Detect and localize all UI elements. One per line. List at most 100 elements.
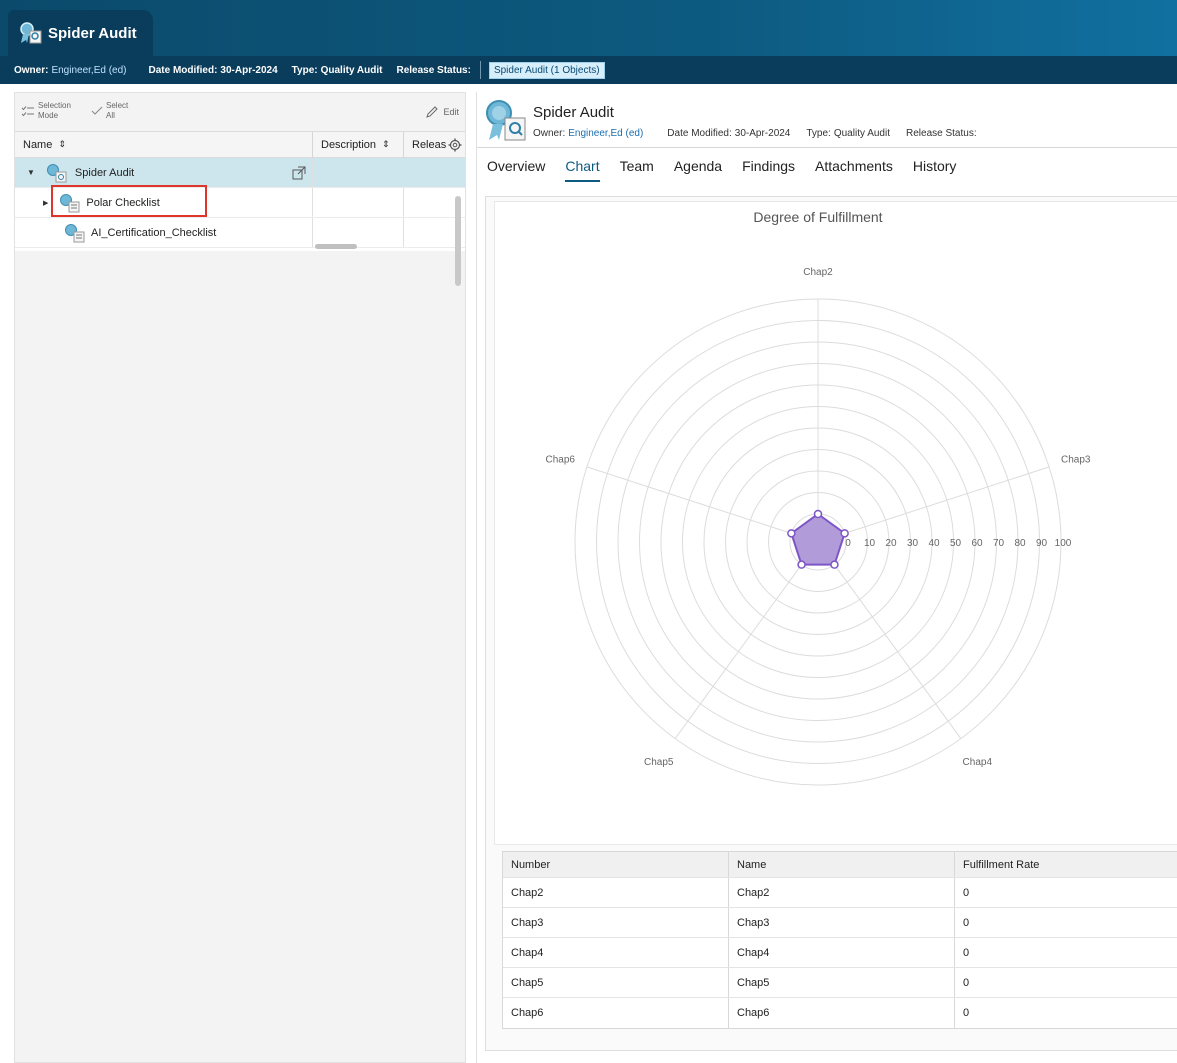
gear-icon[interactable]	[448, 138, 462, 152]
check-icon	[91, 106, 103, 115]
owner-link[interactable]: Engineer,Ed (ed)	[51, 65, 126, 76]
description-cell	[313, 218, 404, 247]
table-row[interactable]: Chap5 Chap5 0	[503, 968, 1177, 998]
select-all-button[interactable]: Select All	[91, 101, 128, 121]
tick-label: 50	[950, 538, 962, 549]
name-column-header[interactable]: Name ⇕	[15, 131, 313, 158]
cell-name: Chap2	[729, 878, 955, 907]
expand-right-icon[interactable]: ▶	[43, 199, 48, 207]
app-header: Spider Audit	[0, 0, 1177, 56]
axis-line	[674, 564, 802, 739]
chart-area: Degree of Fulfillment Chap2 Chap3 Chap4 Chap…	[494, 201, 1177, 845]
tab-team[interactable]: Team	[610, 152, 664, 184]
release-column-header[interactable]: Releas	[404, 132, 464, 158]
tick-label: 70	[993, 538, 1005, 549]
left-toolbar: Selection Mode Select All Edit	[15, 93, 465, 131]
description-column-label: Description	[321, 138, 377, 151]
cell-number: Chap4	[503, 938, 729, 967]
tab-overview[interactable]: Overview	[477, 152, 555, 184]
type-value: Quality Audit	[320, 64, 383, 76]
name-cell: ▶ Polar Checklist	[15, 185, 313, 217]
tab-history[interactable]: History	[903, 152, 967, 184]
name-column-label: Name	[23, 138, 53, 151]
data-point	[830, 560, 839, 569]
name-cell: ▼ Spider Audit	[15, 158, 313, 187]
tree-row-spider-audit[interactable]: ▼ Spider Audit	[15, 158, 465, 188]
cell-rate: 0	[963, 946, 970, 959]
type-value: Quality Audit	[833, 128, 890, 139]
tree-row-polar-checklist[interactable]: ▶ Polar Checklist	[15, 185, 465, 218]
cell-number: Chap6	[503, 998, 729, 1028]
header-info-bar: Owner: Engineer,Ed (ed) Date Modified: 3…	[0, 56, 1177, 84]
selection-mode-label-2: Mode	[38, 111, 59, 120]
grid-header: Name ⇕ Description ⇕ Releas	[15, 131, 465, 158]
tab-agenda[interactable]: Agenda	[664, 152, 732, 184]
audit-icon	[486, 100, 526, 141]
cell-name: Chap5	[729, 968, 955, 997]
date-label: Date Modified:	[667, 128, 732, 139]
edit-button[interactable]: Edit	[425, 105, 459, 119]
expand-down-icon[interactable]: ▼	[27, 168, 35, 177]
cell-name: Chap6	[729, 998, 955, 1028]
owner-label: Owner:	[14, 64, 49, 76]
tab-attachments[interactable]: Attachments	[805, 152, 903, 184]
chart-panel: Degree of Fulfillment Chap2 Chap3 Chap4 Chap…	[485, 196, 1177, 1051]
pencil-icon	[426, 106, 439, 118]
column-header-name[interactable]: Name	[729, 852, 955, 877]
cell-number: Chap2	[503, 878, 729, 907]
sort-icon: ⇕	[382, 139, 390, 149]
cell-rate: 0	[963, 1007, 970, 1019]
table-header: Number Name Fulfillment Rate	[503, 852, 1177, 878]
selection-mode-label-1: Selection	[38, 101, 71, 110]
data-point	[797, 560, 806, 569]
table-row[interactable]: Chap2 Chap2 0	[503, 878, 1177, 908]
sort-icon: ⇕	[58, 139, 66, 149]
checklist-icon	[21, 106, 34, 117]
horizontal-scrollbar[interactable]	[315, 244, 357, 249]
tab-chart[interactable]: Chart	[555, 152, 609, 184]
description-cell	[313, 188, 404, 217]
table-row[interactable]: Chap6 Chap6 0	[503, 998, 1177, 1028]
column-header-number[interactable]: Number	[503, 852, 729, 877]
radar-chart: Degree of Fulfillment Chap2 Chap3 Chap4 Chap…	[546, 209, 1091, 786]
cell-number: Chap3	[503, 908, 729, 937]
selection-mode-button[interactable]: Selection Mode	[21, 101, 71, 121]
cell-rate: 0	[963, 916, 970, 929]
tree-label: Spider Audit	[74, 166, 135, 179]
description-column-header[interactable]: Description ⇕	[313, 131, 404, 158]
release-column-label: Releas	[412, 138, 447, 151]
tree-grid: Name ⇕ Description ⇕ Releas ▼ Spider Aud…	[15, 131, 465, 286]
tick-label: 10	[864, 538, 876, 549]
app-title: Spider Audit	[48, 24, 137, 42]
table-row[interactable]: Chap3 Chap3 0	[503, 908, 1177, 938]
audit-icon	[46, 163, 67, 182]
table-row[interactable]: Chap4 Chap4 0	[503, 938, 1177, 968]
tree-label: AI_Certification_Checklist	[91, 226, 217, 239]
date-value: 30-Apr-2024	[220, 64, 278, 76]
tick-label: 100	[1055, 538, 1072, 549]
cell-number: Chap5	[503, 968, 729, 997]
axis-label: Chap3	[1061, 454, 1091, 465]
open-external-icon[interactable]	[292, 166, 306, 180]
select-all-label-2: All	[106, 111, 115, 120]
vertical-scrollbar[interactable]	[455, 196, 461, 286]
fulfillment-table: Number Name Fulfillment Rate Chap2 Chap2…	[502, 851, 1177, 1029]
owner-label: Owner:	[533, 128, 566, 139]
axis-label: Chap2	[803, 267, 833, 278]
tree-row-ai-certification-checklist[interactable]: AI_Certification_Checklist	[15, 218, 465, 248]
column-header-fulfillment-rate[interactable]: Fulfillment Rate	[955, 852, 1177, 877]
app-tab[interactable]: Spider Audit	[8, 10, 153, 56]
objects-badge[interactable]: Spider Audit (1 Objects)	[488, 61, 605, 79]
object-title: Spider Audit	[533, 104, 614, 121]
right-panel: Spider Audit Owner: Engineer,Ed (ed) Dat…	[476, 92, 1177, 1063]
tick-label: 80	[1014, 538, 1026, 549]
tick-label: 60	[971, 538, 983, 549]
tick-label: 90	[1036, 538, 1048, 549]
tick-label: 30	[907, 538, 919, 549]
object-header: Spider Audit Owner: Engineer,Ed (ed) Dat…	[477, 92, 1177, 148]
axis-label: Chap4	[963, 757, 993, 768]
tab-findings[interactable]: Findings	[732, 152, 805, 184]
owner-link[interactable]: Engineer,Ed (ed)	[568, 128, 643, 139]
type-label: Type:	[291, 64, 318, 76]
data-point	[840, 529, 849, 538]
